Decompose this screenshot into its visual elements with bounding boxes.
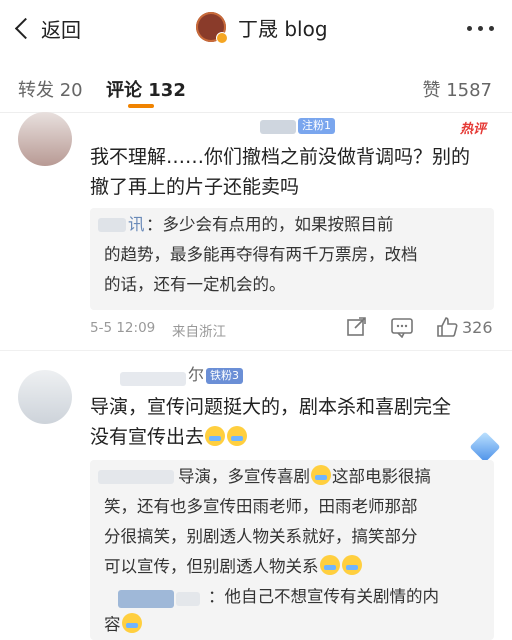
blurred-username [98, 218, 126, 232]
reply-box[interactable]: 导演，多宣传喜剧 这部电影很搞 笑，还有也多宣传田雨老师，田雨老师那部 分很搞笑，… [90, 460, 494, 640]
laugh-cry-emoji-icon [319, 555, 340, 575]
thumbs-up-icon [437, 317, 458, 337]
blurred-username [260, 120, 296, 134]
reply-text-line: 的趋势，最多能再夺得有两千万票房，改档 [104, 245, 418, 264]
laugh-cry-emoji-icon [121, 613, 142, 633]
reply-text-line: ：他自己不想宣传有关剧情的内 [208, 587, 439, 606]
laugh-cry-emoji-icon [205, 426, 226, 446]
reply-text-segment: 这部电影很搞 [332, 467, 431, 486]
reply-text-line: ：多少会有点用的，如果按照目前 [146, 215, 394, 234]
laugh-cry-emoji-icon [341, 555, 362, 575]
comment-icon[interactable] [390, 316, 414, 338]
avatar[interactable] [196, 12, 228, 44]
reply-text-line: 的话，还有一定机会的。 [104, 275, 286, 294]
comment-text-line: 没有宣传出去 [90, 422, 248, 452]
divider [0, 350, 512, 351]
comment-text-segment: 没有宣传出去 [90, 426, 205, 448]
comment-text-line: 撤了再上的片子还能卖吗 [90, 176, 300, 198]
reply-text-line: 容 [104, 610, 143, 640]
comment-text-line: 导演，宣传问题挺大的，剧本杀和喜剧完全 [90, 396, 452, 418]
tab-bar: 转发 20 评论 132 赞 1587 [0, 58, 512, 113]
tab-repost[interactable]: 转发 20 [18, 76, 83, 102]
comment-location: 来自浙江 [172, 324, 226, 340]
fan-badge: 铁粉3 [206, 368, 243, 384]
username-tail[interactable]: 尔 [188, 360, 204, 390]
page-title[interactable]: 丁晟 blog [196, 12, 328, 44]
back-label: 返回 [41, 18, 81, 42]
comment-item: 尔 铁粉3 导演，宣传问题挺大的，剧本杀和喜剧完全 没有宣传出去 导演，多宣传喜… [0, 360, 512, 640]
reply-text-line: 导演，多宣传喜剧 这部电影很搞 [178, 462, 431, 492]
tab-active-indicator [128, 104, 154, 108]
like-button[interactable]: 326 [436, 316, 493, 338]
laugh-cry-emoji-icon [227, 426, 248, 446]
blurred-username [176, 592, 200, 606]
blurred-username [120, 372, 186, 386]
reply-text-segment: 可以宣传，但别剧透人物关系 [104, 557, 319, 576]
reply-text-segment: 导演，多宣传喜剧 [178, 467, 310, 486]
blurred-username [98, 470, 174, 484]
fan-badge: 注粉1 [298, 118, 335, 134]
comment-text-line: 我不理解……你们撤档之前没做背调吗？别的 [90, 146, 471, 168]
chevron-left-icon [14, 17, 37, 40]
back-button[interactable]: 返回 [14, 14, 81, 43]
diamond-icon [469, 431, 501, 463]
comment-time: 5-5 12:09 [90, 320, 156, 336]
like-count: 326 [462, 317, 493, 337]
reply-username[interactable]: 讯 [128, 210, 145, 240]
reply-text-segment: 容 [104, 615, 121, 634]
more-dots-icon[interactable] [467, 26, 494, 31]
hot-comment-tag: 热评 [460, 122, 487, 137]
tab-comment[interactable]: 评论 132 [106, 76, 186, 102]
top-bar: 返回 丁晟 blog [0, 0, 512, 58]
reply-box[interactable]: 讯 ：多少会有点用的，如果按照目前 的趋势，最多能再夺得有两千万票房，改档 的话… [90, 208, 494, 310]
reply-text-line: 分很搞笑，别剧透人物关系就好，搞笑部分 [104, 527, 418, 546]
comment-item: 注粉1 热评 我不理解……你们撤档之前没做背调吗？别的 撤了再上的片子还能卖吗 … [0, 112, 512, 360]
laugh-cry-emoji-icon [311, 465, 331, 485]
blurred-username [118, 590, 174, 608]
avatar[interactable] [18, 370, 72, 424]
reply-text-line: 笑，还有也多宣传田雨老师，田雨老师那部 [104, 497, 418, 516]
title-text: 丁晟 blog [238, 16, 328, 41]
reply-text-line: 可以宣传，但别剧透人物关系 [104, 552, 363, 582]
avatar[interactable] [18, 112, 72, 166]
tab-like[interactable]: 赞 1587 [422, 76, 492, 102]
share-icon[interactable] [346, 316, 368, 338]
